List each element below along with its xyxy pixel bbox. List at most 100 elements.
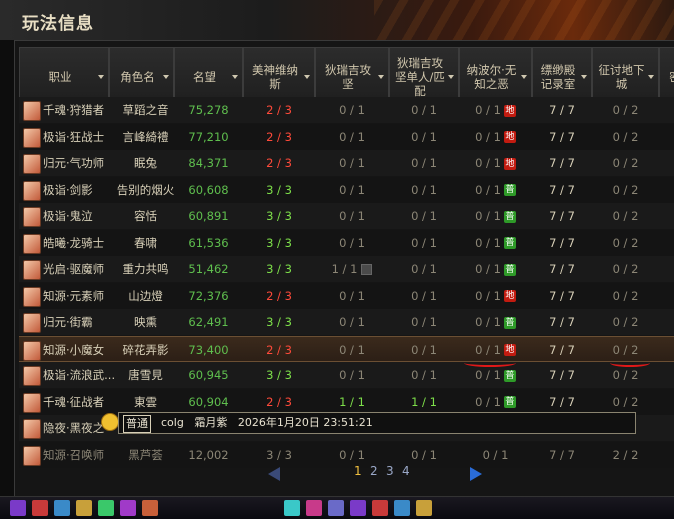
sort-arrow-icon [98,75,104,79]
character-avatar-icon [23,366,41,386]
skill-slot-icon[interactable] [54,500,70,516]
chat-sender: colg [161,416,184,429]
nabol-cell: 0 / 1地 [475,103,516,117]
table-row[interactable]: 光启·驱魔师 重力共鸣 51,462 3 / 31 / 10 / 10 / 1普7 /… [19,256,674,282]
col-job-label: 职业 [48,70,72,84]
venus-cell: 3 / 3 [266,262,292,276]
sort-arrow-icon [448,75,454,79]
sort-arrow-icon [163,75,169,79]
zt-cell: 0 / 2 [612,156,639,170]
table-row[interactable]: 归元·街霸 映熏 62,491 3 / 30 / 10 / 10 / 1普7 / 70… [19,309,674,335]
chat-name: 霜月紫 [194,416,228,429]
sort-arrow-icon [581,75,587,79]
name-cell: 碎花弄影 [122,342,169,357]
skill-slot-icon[interactable] [416,500,432,516]
normal-mode-badge: 普 [503,396,516,408]
annotation-underline [610,359,650,367]
table-row[interactable]: 极诣·流浪武... 唐雪見 60,945 3 / 30 / 10 / 10 / 1普7… [19,362,674,388]
skill-slot-icon[interactable] [284,500,300,516]
normal-mode-badge: 普 [503,237,516,249]
table-row[interactable]: 极诣·鬼泣 容恬 60,891 3 / 30 / 10 / 10 / 1普7 / 70… [19,203,674,229]
skill-slot-icon[interactable] [98,500,114,516]
table-row[interactable]: 知源·元素师 山边燈 72,376 2 / 30 / 10 / 10 / 1地7 / … [19,282,674,309]
zt-cell: 0 / 2 [612,288,639,303]
page-2[interactable]: 2 [370,464,378,478]
table-row[interactable]: 千魂·狩猎者 草蹈之音 75,278 2 / 30 / 10 / 10 / 1地7 /… [19,97,674,123]
skill-slot-icon[interactable] [76,500,92,516]
character-avatar-icon [23,233,41,254]
zt-cell: 0 / 2 [612,103,639,117]
venus-cell: 2 / 3 [266,342,292,357]
zt-cell: 0 / 2 [612,394,639,409]
table-row[interactable]: 知源·小魔女 碎花弄影 73,400 2 / 30 / 10 / 10 / 1地7 /… [19,335,674,362]
name-cell: 山边燈 [128,288,163,303]
fame-cell: 84,371 [188,156,229,170]
name-cell: 容恬 [134,209,157,223]
sort-arrow-icon [378,75,384,79]
skill-slot-icon[interactable] [372,500,388,516]
skill-slot-icon[interactable] [328,500,344,516]
name-cell: 春啸 [134,235,157,250]
dirigi-solo-cell: 0 / 1 [411,182,437,197]
col-piao-label: 缥缈殿记录室 [540,63,576,91]
pagination: 1 2 3 4 [0,462,674,484]
character-avatar-icon [23,286,41,307]
dirigi-cell: 0 / 1 [339,235,365,250]
venus-cell: 2 / 3 [266,156,292,170]
nabol-cell: 0 / 1普 [475,209,516,223]
piao-cell: 7 / 7 [549,103,575,117]
table-row[interactable]: 千魂·征战者 東雲 60,904 2 / 31 / 11 / 10 / 1普7 / 7… [19,388,674,415]
table-row[interactable]: 归元·气功师 眠兔 84,371 2 / 30 / 10 / 10 / 1地7 / 7… [19,150,674,176]
nabol-cell: 0 / 1地 [475,288,516,303]
hell-mode-badge: 地 [503,157,516,170]
dirigi-solo-cell: 0 / 1 [411,288,437,303]
piao-cell: 7 / 7 [549,156,575,170]
page-3[interactable]: 3 [386,464,394,478]
table-row[interactable]: 极诣·剑影 告别的烟火 60,608 3 / 30 / 10 / 10 / 1普7 /… [19,176,674,203]
table-row[interactable]: 皓曦·龙骑士 春啸 61,536 3 / 30 / 10 / 10 / 1普7 / 7… [19,229,674,256]
chat-text: colg 霜月紫 2026年1月20日 23:51:21 [161,413,373,433]
venus-cell: 3 / 3 [266,209,292,223]
skill-slot-icon[interactable] [142,500,158,516]
dirigi-solo-cell: 0 / 1 [411,315,437,329]
venus-cell: 2 / 3 [266,394,292,409]
zt-cell: 0 / 2 [612,235,639,250]
skill-slot-icon[interactable] [32,500,48,516]
page-4[interactable]: 4 [402,464,410,478]
piao-cell: 7 / 7 [549,262,575,276]
skill-slot-icon[interactable] [394,500,410,516]
skill-slot-icon[interactable] [10,500,26,516]
table-row[interactable]: 极诣·狂战士 言峰綺禮 77,210 2 / 30 / 10 / 10 / 1地7 /… [19,123,674,150]
piao-cell: 7 / 7 [549,368,575,382]
hell-mode-badge: 地 [503,344,516,356]
skill-slot-icon[interactable] [350,500,366,516]
page-1[interactable]: 1 [354,464,362,478]
zt-cell: 0 / 2 [612,209,639,223]
title-bar: 玩法信息 [0,0,674,40]
venus-cell: 3 / 3 [266,368,292,382]
normal-mode-badge: 普 [503,316,516,329]
chat-channel-tag: 普通 [123,415,151,433]
col-nabol-label: 纳波尔·无知之恶 [466,63,517,91]
sort-arrow-icon [232,75,238,79]
nabol-cell: 0 / 1普 [475,262,516,276]
chat-emoji-icon[interactable] [101,413,119,431]
name-cell: 眠兔 [134,156,157,170]
dirigi-solo-cell: 1 / 1 [411,394,437,409]
skill-slot-icon[interactable] [120,500,136,516]
skill-slot-icon[interactable] [306,500,322,516]
fame-cell: 73,400 [188,342,229,357]
normal-mode-badge: 普 [503,184,516,196]
piao-cell: 7 / 7 [549,315,575,329]
dirigi-solo-cell: 0 / 1 [411,129,437,144]
next-page-icon[interactable] [470,467,482,481]
lock-icon [361,264,373,275]
fame-cell: 60,891 [188,209,229,223]
dirigi-solo-cell: 0 / 1 [411,262,437,276]
prev-page-icon[interactable] [268,467,280,481]
name-cell: 東雲 [134,394,157,409]
hell-mode-badge: 地 [503,290,516,302]
character-avatar-icon [23,313,41,333]
fame-cell: 72,376 [188,288,229,303]
venus-cell: 3 / 3 [266,235,292,250]
